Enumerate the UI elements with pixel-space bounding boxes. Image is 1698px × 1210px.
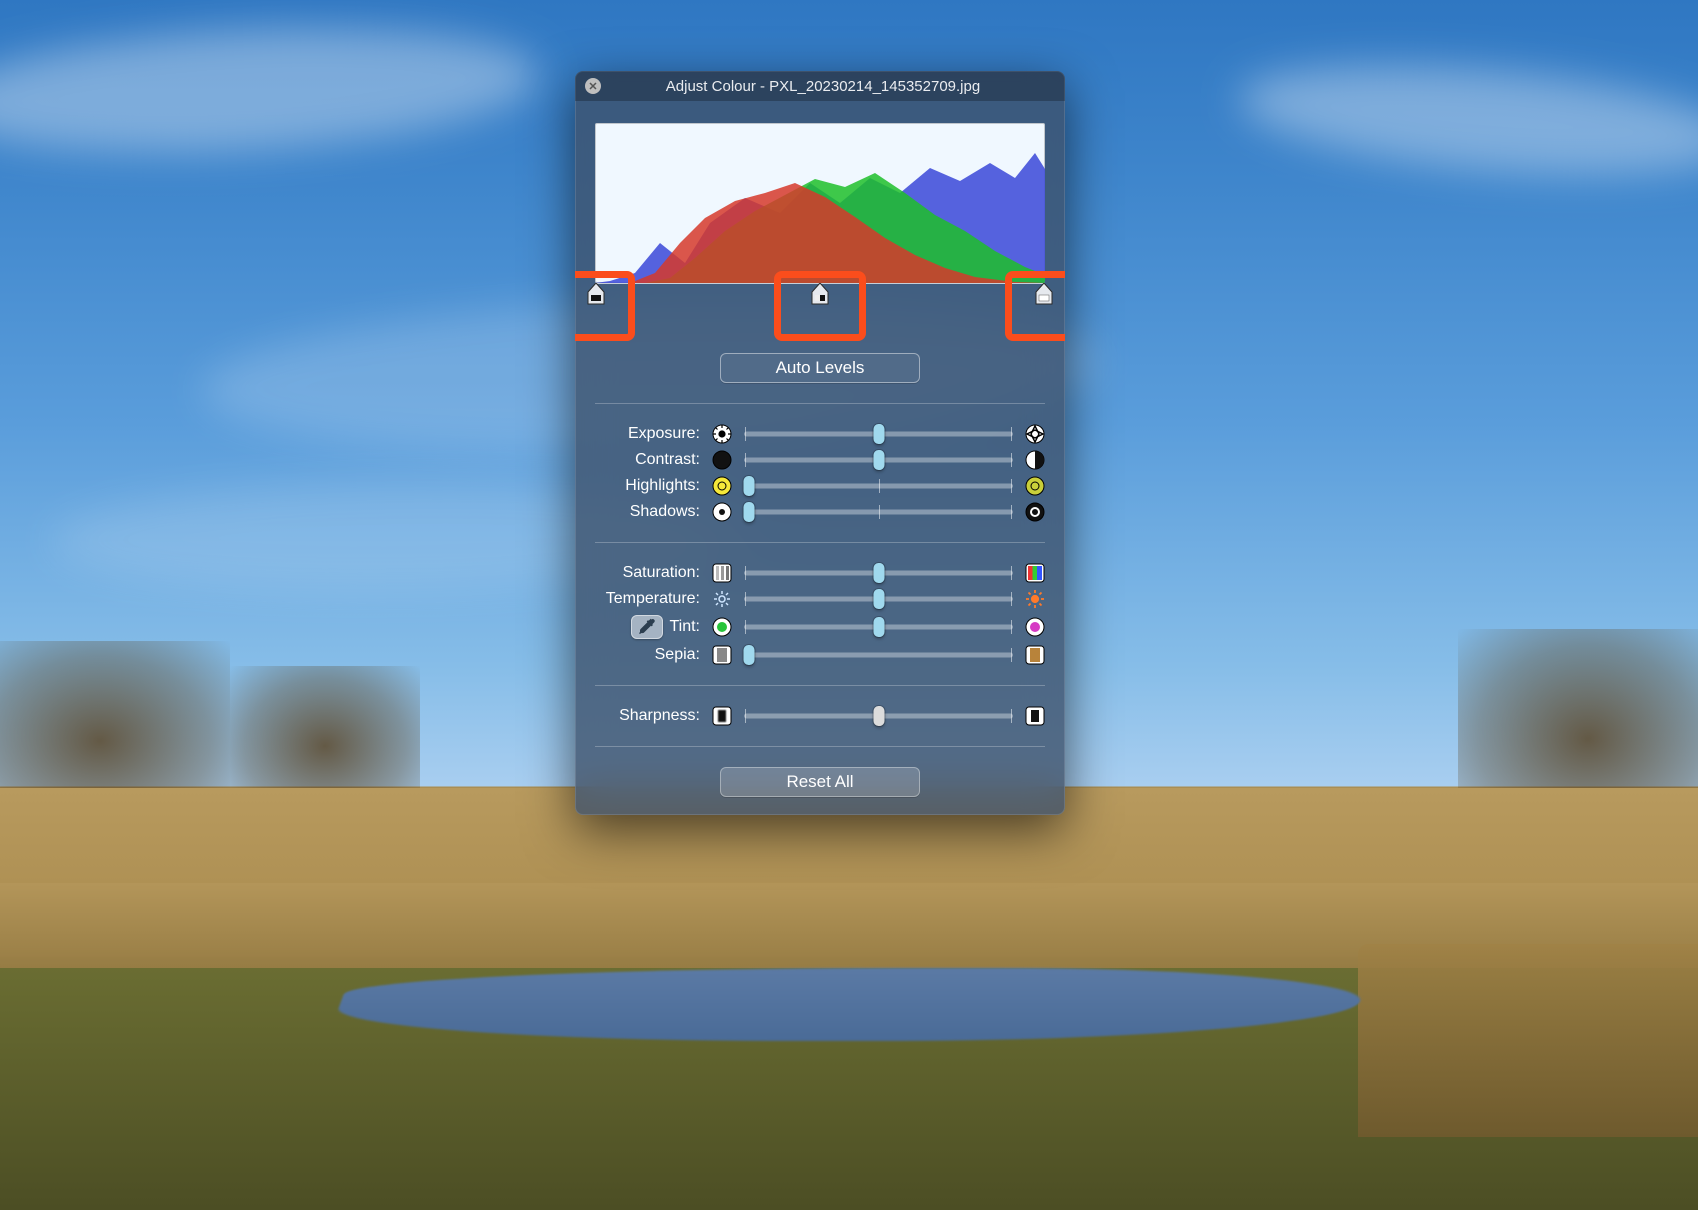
- close-button[interactable]: ✕: [585, 78, 601, 94]
- contrast-row: Contrast:: [595, 450, 1045, 470]
- sepia-slider[interactable]: [744, 645, 1013, 665]
- aperture-open-icon: [1025, 424, 1045, 444]
- shadows-low-icon: [712, 502, 732, 522]
- window-title: Adjust Colour - PXL_20230214_145352709.j…: [611, 78, 1055, 95]
- sharpness-row: Sharpness:: [595, 706, 1045, 726]
- sepia-high-icon: [1025, 645, 1045, 665]
- sharpness-label: Sharpness:: [595, 707, 700, 725]
- sharpness-low-icon: [712, 706, 732, 726]
- sepia-row: Sepia:: [595, 645, 1045, 665]
- saturation-high-icon: [1025, 563, 1045, 583]
- aperture-closed-icon: [712, 424, 732, 444]
- sharpness-high-icon: [1025, 706, 1045, 726]
- tint-magenta-icon: [1025, 617, 1045, 637]
- separator: [595, 403, 1045, 404]
- sepia-label: Sepia:: [595, 646, 700, 664]
- saturation-slider[interactable]: [744, 563, 1013, 583]
- histogram-section: [595, 123, 1045, 283]
- tint-label: Tint:: [669, 618, 700, 636]
- shadows-slider[interactable]: [744, 502, 1013, 522]
- temperature-warm-icon: [1025, 589, 1045, 609]
- saturation-label: Saturation:: [595, 564, 700, 582]
- separator: [595, 746, 1045, 747]
- annotation-box-right: [1005, 271, 1065, 341]
- saturation-low-icon: [712, 563, 732, 583]
- exposure-row: Exposure:: [595, 424, 1045, 444]
- separator: [595, 685, 1045, 686]
- contrast-slider[interactable]: [744, 450, 1013, 470]
- shadows-row: Shadows:: [595, 502, 1045, 522]
- temperature-row: Temperature:: [595, 589, 1045, 609]
- sepia-low-icon: [712, 645, 732, 665]
- highlights-high-icon: [1025, 476, 1045, 496]
- highlights-low-icon: [712, 476, 732, 496]
- separator: [595, 542, 1045, 543]
- contrast-high-icon: [1025, 450, 1045, 470]
- auto-levels-button[interactable]: Auto Levels: [720, 353, 920, 383]
- eyedropper-button[interactable]: [631, 615, 663, 639]
- saturation-row: Saturation:: [595, 563, 1045, 583]
- highlights-row: Highlights:: [595, 476, 1045, 496]
- temperature-slider[interactable]: [744, 589, 1013, 609]
- adjust-colour-panel: ✕ Adjust Colour - PXL_20230214_145352709…: [575, 71, 1065, 815]
- tint-green-icon: [712, 617, 732, 637]
- annotation-box-mid: [774, 271, 866, 341]
- highlights-label: Highlights:: [595, 477, 700, 495]
- annotation-box-left: [575, 271, 635, 341]
- sharpness-slider[interactable]: [744, 706, 1013, 726]
- temperature-cold-icon: [712, 589, 732, 609]
- highlights-slider[interactable]: [744, 476, 1013, 496]
- shadows-label: Shadows:: [595, 503, 700, 521]
- contrast-label: Contrast:: [595, 451, 700, 469]
- exposure-label: Exposure:: [595, 425, 700, 443]
- reset-all-button[interactable]: Reset All: [720, 767, 920, 797]
- tint-row: Tint:: [595, 615, 1045, 639]
- contrast-low-icon: [712, 450, 732, 470]
- exposure-slider[interactable]: [744, 424, 1013, 444]
- temperature-label: Temperature:: [595, 590, 700, 608]
- titlebar[interactable]: ✕ Adjust Colour - PXL_20230214_145352709…: [575, 71, 1065, 101]
- histogram: [595, 123, 1045, 283]
- tint-slider[interactable]: [744, 617, 1013, 637]
- shadows-high-icon: [1025, 502, 1045, 522]
